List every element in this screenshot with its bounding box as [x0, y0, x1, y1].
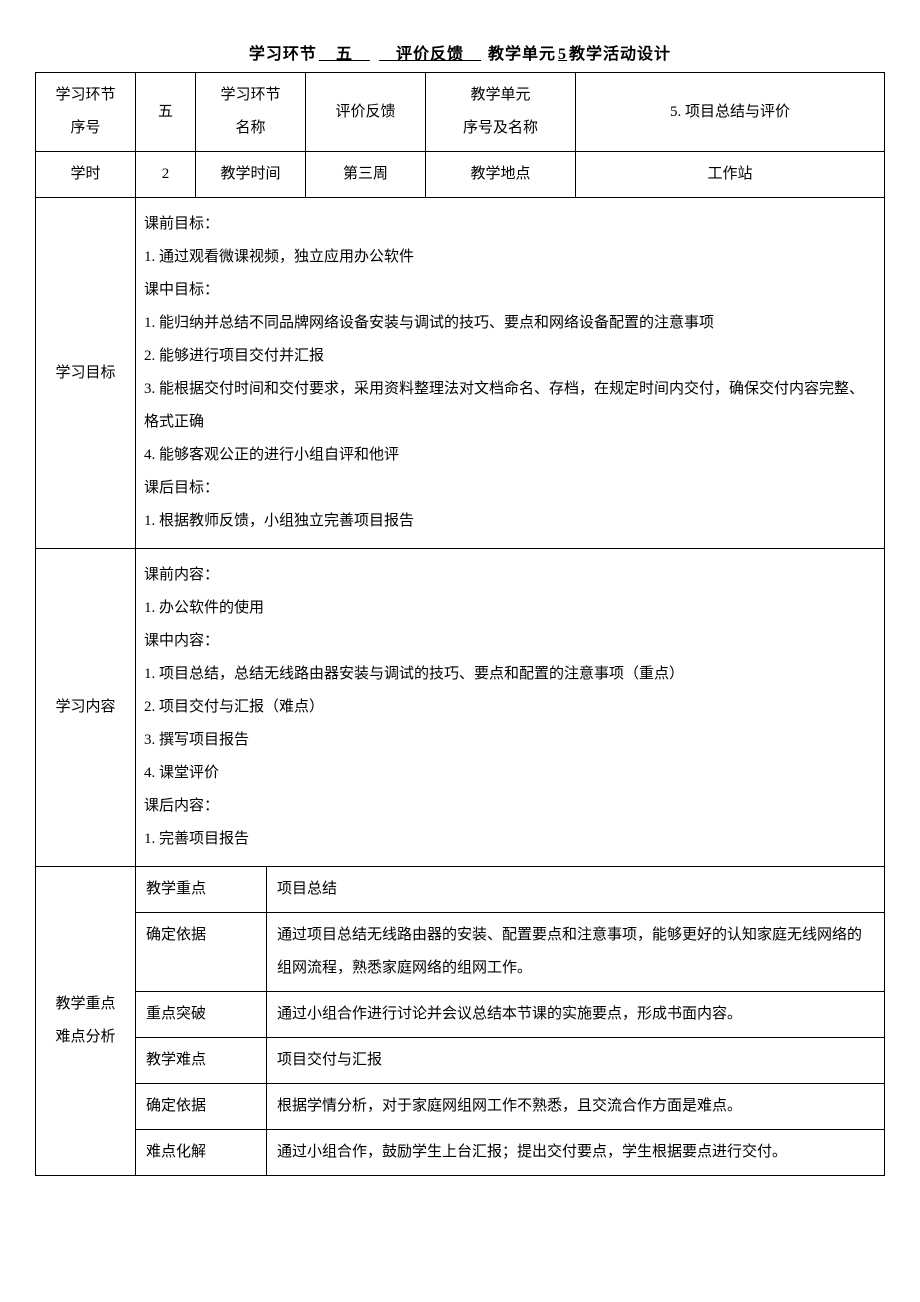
- contents-content: 课前内容：1. 办公软件的使用课中内容：1. 项目总结，总结无线路由器安装与调试…: [136, 549, 885, 867]
- title-unit-prefix: 教学单元: [488, 46, 556, 63]
- header-row-2: 学时 2 教学时间 第三周 教学地点 工作站: [36, 152, 885, 198]
- hdr-unit-value: 5. 项目总结与评价: [576, 73, 885, 152]
- hdr-time-value: 第三周: [306, 152, 426, 198]
- hdr-name-label: 学习环节 名称: [196, 73, 306, 152]
- title-unit-num: 5: [556, 46, 569, 63]
- analysis-key: 确定依据: [136, 913, 267, 992]
- analysis-key: 教学重点: [136, 867, 267, 913]
- analysis-key: 难点化解: [136, 1130, 267, 1176]
- goals-line: 3. 能根据交付时间和交付要求，采用资料整理法对文档命名、存档，在规定时间内交付…: [144, 373, 876, 439]
- contents-row: 学习内容 课前内容：1. 办公软件的使用课中内容：1. 项目总结，总结无线路由器…: [36, 549, 885, 867]
- goals-line: 课中目标：: [144, 274, 876, 307]
- title-prefix: 学习环节: [249, 46, 317, 63]
- header-row-1: 学习环节 序号 五 学习环节 名称 评价反馈 教学单元 序号及名称 5. 项目总…: [36, 73, 885, 152]
- analysis-value: 项目交付与汇报: [267, 1038, 885, 1084]
- analysis-value: 根据学情分析，对于家庭网组网工作不熟悉，且交流合作方面是难点。: [267, 1084, 885, 1130]
- hdr-place-value: 工作站: [576, 152, 885, 198]
- analysis-content: 教学重点项目总结确定依据通过项目总结无线路由器的安装、配置要点和注意事项，能够更…: [136, 867, 885, 1176]
- analysis-value: 通过小组合作，鼓励学生上台汇报；提出交付要点，学生根据要点进行交付。: [267, 1130, 885, 1176]
- hdr-unit-label: 教学单元 序号及名称: [426, 73, 576, 152]
- hdr-hours-label: 学时: [36, 152, 136, 198]
- analysis-row: 教学重点 难点分析 教学重点项目总结确定依据通过项目总结无线路由器的安装、配置要…: [36, 867, 885, 1176]
- analysis-key: 教学难点: [136, 1038, 267, 1084]
- contents-line: 3. 撰写项目报告: [144, 724, 876, 757]
- hdr-time-label: 教学时间: [196, 152, 306, 198]
- analysis-subrow: 重点突破通过小组合作进行讨论并会议总结本节课的实施要点，形成书面内容。: [136, 992, 885, 1038]
- goals-line: 4. 能够客观公正的进行小组自评和他评: [144, 439, 876, 472]
- page-title: 学习环节 五 评价反馈 教学单元5教学活动设计: [35, 40, 885, 64]
- contents-line: 2. 项目交付与汇报（难点）: [144, 691, 876, 724]
- analysis-subrow: 确定依据通过项目总结无线路由器的安装、配置要点和注意事项，能够更好的认知家庭无线…: [136, 913, 885, 992]
- hdr-seq-value: 五: [136, 73, 196, 152]
- analysis-subrow: 确定依据根据学情分析，对于家庭网组网工作不熟悉，且交流合作方面是难点。: [136, 1084, 885, 1130]
- goals-line: 课前目标：: [144, 208, 876, 241]
- goals-line: 课后目标：: [144, 472, 876, 505]
- contents-line: 课中内容：: [144, 625, 876, 658]
- goals-content: 课前目标：1. 通过观看微课视频，独立应用办公软件课中目标：1. 能归纳并总结不…: [136, 198, 885, 549]
- contents-line: 课前内容：: [144, 559, 876, 592]
- contents-line: 1. 办公软件的使用: [144, 592, 876, 625]
- goals-line: 1. 通过观看微课视频，独立应用办公软件: [144, 241, 876, 274]
- contents-line: 课后内容：: [144, 790, 876, 823]
- contents-label: 学习内容: [36, 549, 136, 867]
- goals-label: 学习目标: [36, 198, 136, 549]
- analysis-subrow: 教学重点项目总结: [136, 867, 885, 913]
- hdr-seq-label: 学习环节 序号: [36, 73, 136, 152]
- hdr-place-label: 教学地点: [426, 152, 576, 198]
- goals-line: 1. 能归纳并总结不同品牌网络设备安装与调试的技巧、要点和网络设备配置的注意事项: [144, 307, 876, 340]
- analysis-value: 通过小组合作进行讨论并会议总结本节课的实施要点，形成书面内容。: [267, 992, 885, 1038]
- title-mid: 评价反馈: [377, 46, 483, 63]
- analysis-key: 确定依据: [136, 1084, 267, 1130]
- analysis-subrow: 教学难点项目交付与汇报: [136, 1038, 885, 1084]
- hdr-hours-value: 2: [136, 152, 196, 198]
- analysis-value: 项目总结: [267, 867, 885, 913]
- contents-line: 1. 完善项目报告: [144, 823, 876, 856]
- analysis-subrow: 难点化解通过小组合作，鼓励学生上台汇报；提出交付要点，学生根据要点进行交付。: [136, 1130, 885, 1176]
- analysis-label: 教学重点 难点分析: [36, 867, 136, 1176]
- hdr-name-value: 评价反馈: [306, 73, 426, 152]
- goals-line: 2. 能够进行项目交付并汇报: [144, 340, 876, 373]
- contents-line: 4. 课堂评价: [144, 757, 876, 790]
- main-table: 学习环节 序号 五 学习环节 名称 评价反馈 教学单元 序号及名称 5. 项目总…: [35, 72, 885, 1176]
- analysis-value: 通过项目总结无线路由器的安装、配置要点和注意事项，能够更好的认知家庭无线网络的组…: [267, 913, 885, 992]
- title-suffix: 教学活动设计: [569, 46, 671, 63]
- goals-line: 1. 根据教师反馈，小组独立完善项目报告: [144, 505, 876, 538]
- title-seq: 五: [317, 46, 372, 63]
- analysis-key: 重点突破: [136, 992, 267, 1038]
- contents-line: 1. 项目总结，总结无线路由器安装与调试的技巧、要点和配置的注意事项（重点）: [144, 658, 876, 691]
- goals-row: 学习目标 课前目标：1. 通过观看微课视频，独立应用办公软件课中目标：1. 能归…: [36, 198, 885, 549]
